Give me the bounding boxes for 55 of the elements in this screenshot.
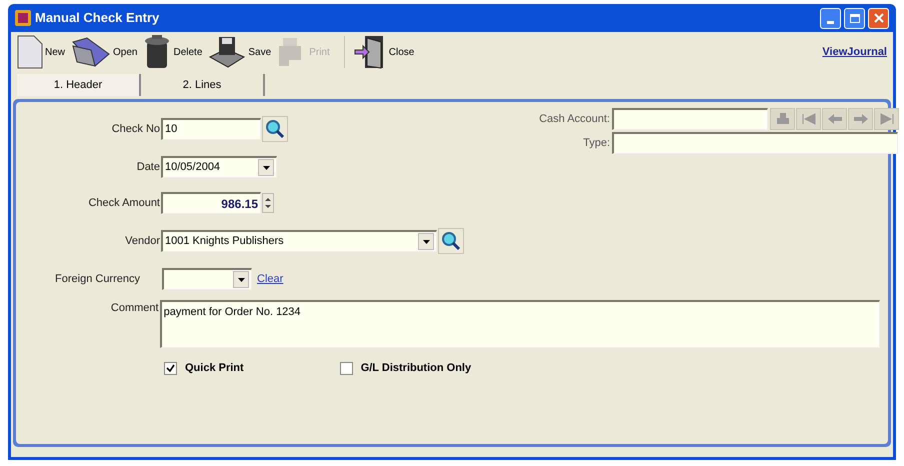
window-title: Manual Check Entry: [35, 9, 160, 28]
toolbar-button[interactable]: Close: [352, 34, 414, 70]
check-amount-field[interactable]: 986.15: [161, 192, 261, 214]
close-icon: [874, 13, 884, 23]
checkbox[interactable]: [340, 362, 353, 375]
trash-can-icon: [143, 34, 172, 70]
toolbar-button[interactable]: Save: [208, 35, 272, 69]
caret-icon: [238, 278, 244, 282]
check-lookup-button[interactable]: [262, 116, 288, 142]
page-icon: [17, 35, 43, 69]
maximize-button[interactable]: [844, 8, 865, 28]
clear-link[interactable]: Clear: [257, 270, 284, 288]
checkbox[interactable]: [164, 362, 177, 375]
amount-spinner[interactable]: [262, 193, 274, 213]
caret-icon: [422, 240, 430, 244]
check-amount-label: Check Amount: [87, 196, 160, 211]
date-label: Date: [136, 160, 160, 175]
app-icon: [15, 10, 31, 26]
check-no-label: Check No: [110, 122, 160, 137]
folder-icon: [71, 36, 112, 68]
vendor-field[interactable]: 1001 Knights Publishers: [161, 230, 437, 252]
floppy-disk-icon: [208, 35, 246, 69]
search-icon: [265, 119, 285, 139]
foreign-currency-label: Foreign Currency: [54, 273, 140, 285]
left-arrow-icon: [826, 112, 842, 126]
foreign-currency-field[interactable]: [162, 268, 252, 290]
dropdown-button[interactable]: [258, 159, 274, 176]
toolbar-button[interactable]: Open: [71, 36, 138, 68]
left-arrow-icon: [800, 112, 816, 126]
date-field[interactable]: 10/05/2004: [161, 156, 277, 178]
checkbox-label: Quick Print: [185, 361, 244, 376]
right-arrow-icon: [852, 112, 868, 126]
comment-field[interactable]: payment for Order No. 1234: [160, 300, 880, 348]
toolbar-button[interactable]: New: [17, 35, 66, 69]
type-label: Type:: [582, 136, 610, 151]
search-icon: [441, 231, 461, 251]
caret-icon: [262, 166, 270, 170]
right-arrow-icon: [878, 112, 894, 126]
comment-label: Comment: [110, 301, 159, 316]
cash-account-field[interactable]: [612, 108, 768, 130]
view-journal-link[interactable]: ViewJournal: [822, 44, 887, 60]
vendor-label: Vendor: [124, 234, 160, 249]
dropdown-button[interactable]: [233, 271, 249, 288]
minimize-button[interactable]: [820, 8, 841, 28]
check-no-field[interactable]: 10: [161, 118, 261, 140]
checkmark-icon: [166, 364, 175, 373]
toolbar-button[interactable]: Delete: [143, 34, 202, 70]
cash-account-label: Cash Account:: [538, 112, 610, 127]
dropdown-button[interactable]: [418, 233, 434, 250]
checkbox-label: G/L Distribution Only: [360, 361, 472, 376]
close-button[interactable]: [868, 8, 889, 28]
printer-icon: [774, 112, 790, 126]
tab[interactable]: 1. Header: [17, 74, 141, 96]
type-field[interactable]: [612, 132, 898, 154]
vendor-lookup-button[interactable]: [438, 228, 464, 254]
